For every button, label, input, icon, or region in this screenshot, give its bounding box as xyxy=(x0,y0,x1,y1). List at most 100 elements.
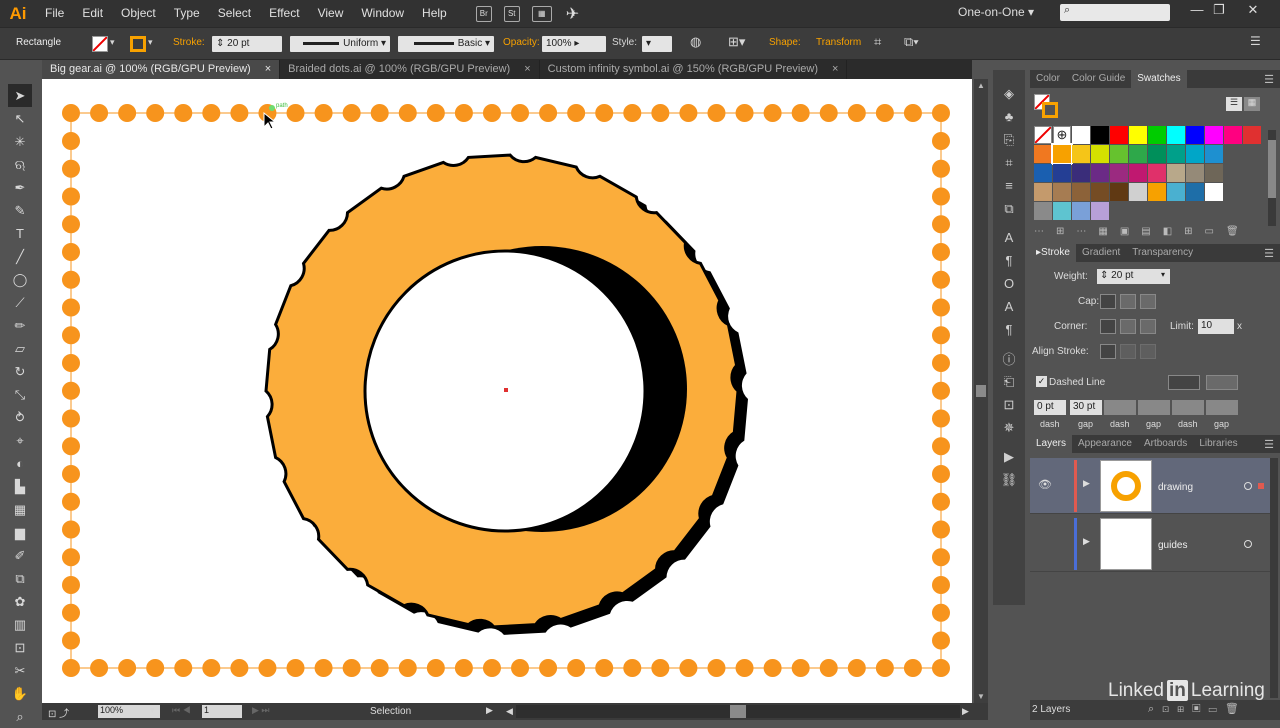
menu-effect[interactable]: Effect xyxy=(260,0,308,27)
symbol-sprayer-icon[interactable]: ✿ xyxy=(8,590,32,613)
direct-selection-tool-icon[interactable]: ↖ xyxy=(8,107,32,130)
align-inside-icon[interactable] xyxy=(1120,344,1136,359)
stroke-color-indicator[interactable] xyxy=(1042,102,1058,118)
export-panel-icon[interactable]: ⎘ xyxy=(993,128,1025,151)
swatch[interactable] xyxy=(1053,183,1071,201)
menu-file[interactable]: File xyxy=(36,0,73,27)
panel-menu-icon[interactable]: ☰ xyxy=(1250,34,1261,48)
tab-appearance[interactable]: Appearance xyxy=(1072,435,1138,453)
layer-name[interactable]: guides xyxy=(1158,540,1187,551)
tab-braided-dots[interactable]: Braided dots.ai @ 100% (RGB/GPU Preview)… xyxy=(280,60,540,79)
swatch-none[interactable] xyxy=(1034,126,1052,144)
search-input[interactable]: ⌕ xyxy=(1060,4,1170,21)
swatch[interactable] xyxy=(1072,145,1090,163)
swatch[interactable] xyxy=(1110,126,1128,144)
links-chain-icon[interactable]: ⛓ xyxy=(993,468,1025,491)
brush-definition[interactable]: Basic ▾ xyxy=(398,36,494,52)
perspective-grid-icon[interactable]: ▙ xyxy=(8,475,32,498)
ellipse-tool-icon[interactable]: ◯ xyxy=(8,268,32,291)
eyedropper-icon[interactable]: ✐ xyxy=(8,544,32,567)
status-menu-icon[interactable]: ▶ xyxy=(486,705,493,716)
layer-name[interactable]: drawing xyxy=(1158,482,1193,493)
type-tool-icon[interactable]: T xyxy=(8,222,32,245)
close-icon[interactable]: ✕ xyxy=(1242,2,1264,22)
canvas-artwork[interactable]: path xyxy=(42,79,972,703)
stroke-weight-field[interactable]: ⇕ 20 pt xyxy=(212,36,282,52)
swatch[interactable] xyxy=(1205,145,1223,163)
swatch[interactable] xyxy=(1129,126,1147,144)
minimize-icon[interactable]: — xyxy=(1186,2,1208,22)
list-view-icon[interactable]: ☰ xyxy=(1226,97,1242,111)
hand-tool-icon[interactable]: ✋ xyxy=(8,682,32,705)
shape-link[interactable]: Shape: xyxy=(769,37,801,48)
artboard[interactable]: path xyxy=(42,79,972,703)
status-mode[interactable]: Selection xyxy=(370,706,411,717)
hscroll-left-icon[interactable]: ◀ xyxy=(506,706,513,717)
gap-3-field[interactable] xyxy=(1206,400,1238,415)
swatch[interactable] xyxy=(1186,145,1204,163)
actions-panel-icon[interactable]: ▶ xyxy=(993,445,1025,468)
artboard-number-field[interactable]: 1 xyxy=(202,705,242,718)
variable-width-profile[interactable]: Uniform ▾ xyxy=(290,36,390,52)
target-circle-icon[interactable] xyxy=(1244,482,1252,490)
swatch[interactable] xyxy=(1243,126,1261,144)
preserve-dashes-icon[interactable] xyxy=(1168,375,1200,390)
weight-field[interactable]: ⇕ 20 pt xyxy=(1097,269,1167,284)
symbols-panel-icon[interactable]: ♣ xyxy=(993,105,1025,128)
tab-custom-infinity[interactable]: Custom infinity symbol.ai @ 150% (RGB/GP… xyxy=(540,60,848,79)
eraser-icon[interactable]: ▱ xyxy=(8,337,32,360)
menu-window[interactable]: Window xyxy=(352,0,413,27)
swatch[interactable] xyxy=(1167,164,1185,182)
restore-icon[interactable]: ❐ xyxy=(1208,2,1230,22)
round-join-icon[interactable] xyxy=(1120,319,1136,334)
align-panel-icon[interactable]: ≡ xyxy=(993,174,1025,197)
tab-transparency[interactable]: Transparency xyxy=(1126,244,1199,262)
close-tab-icon[interactable]: × xyxy=(832,60,838,79)
scale-icon[interactable]: ⤡ xyxy=(8,383,32,406)
stroke-menu-icon[interactable]: ☰ xyxy=(1264,247,1280,260)
swatch[interactable] xyxy=(1129,145,1147,163)
projecting-cap-icon[interactable] xyxy=(1140,294,1156,309)
swatch[interactable] xyxy=(1129,164,1147,182)
opacity-field[interactable]: 100% ▸ xyxy=(542,36,606,52)
pathfinder-panel-icon[interactable]: ⧉ xyxy=(993,197,1025,220)
swatch[interactable] xyxy=(1034,183,1052,201)
scroll-up-icon[interactable]: ▲ xyxy=(977,81,985,90)
navigator-icon[interactable]: ✵ xyxy=(993,416,1025,439)
menu-help[interactable]: Help xyxy=(413,0,456,27)
swatches-menu-icon[interactable]: ☰ xyxy=(1264,73,1280,86)
lasso-icon[interactable]: ଋ xyxy=(8,153,32,176)
character-panel-icon[interactable]: A xyxy=(993,226,1025,249)
prev-artboard-icon[interactable]: ⏮ ◀ xyxy=(172,705,191,716)
visibility-eye-icon[interactable]: 👁 xyxy=(1038,478,1052,491)
swatch[interactable] xyxy=(1148,164,1166,182)
opentype-panel-icon[interactable]: O xyxy=(993,272,1025,295)
swatch-scrollbar[interactable] xyxy=(1268,130,1276,226)
artboard-nav-icon[interactable]: ⊡ ⤴ xyxy=(48,705,69,720)
swatch[interactable] xyxy=(1186,183,1204,201)
layers-footer-icons[interactable]: ⌕⊡⊞▣▭🗑 xyxy=(1148,702,1247,716)
miter-join-icon[interactable] xyxy=(1100,319,1116,334)
curvature-tool-icon[interactable]: ✎ xyxy=(8,199,32,222)
align-outside-icon[interactable] xyxy=(1140,344,1156,359)
stroke-label[interactable]: Stroke: xyxy=(173,37,205,48)
swatch[interactable] xyxy=(1072,164,1090,182)
scroll-thumb[interactable] xyxy=(976,385,986,397)
hscroll-right-icon[interactable]: ▶ xyxy=(962,706,969,717)
column-graph-icon[interactable]: ▥ xyxy=(8,613,32,636)
layers-scrollbar[interactable] xyxy=(1270,458,1278,698)
close-tab-icon[interactable]: × xyxy=(524,60,530,79)
align-center-icon[interactable] xyxy=(1100,344,1116,359)
swatch-bottom-icons[interactable]: ⋯⊞⋯▦▣▤◧⊞▭🗑 xyxy=(1034,226,1274,237)
gradient-icon[interactable]: ▆ xyxy=(8,521,32,544)
swatch[interactable] xyxy=(1186,164,1204,182)
menu-select[interactable]: Select xyxy=(209,0,260,27)
fill-none-swatch[interactable] xyxy=(92,36,108,52)
swatch[interactable] xyxy=(1205,183,1223,201)
expand-layer-icon[interactable]: ▶ xyxy=(1083,536,1090,547)
thumbnail-view-icon[interactable]: ▦ xyxy=(1244,97,1260,111)
round-cap-icon[interactable] xyxy=(1120,294,1136,309)
tab-libraries[interactable]: Libraries xyxy=(1193,435,1243,453)
style-dropdown[interactable]: ▾ xyxy=(642,36,672,52)
menu-type[interactable]: Type xyxy=(165,0,209,27)
